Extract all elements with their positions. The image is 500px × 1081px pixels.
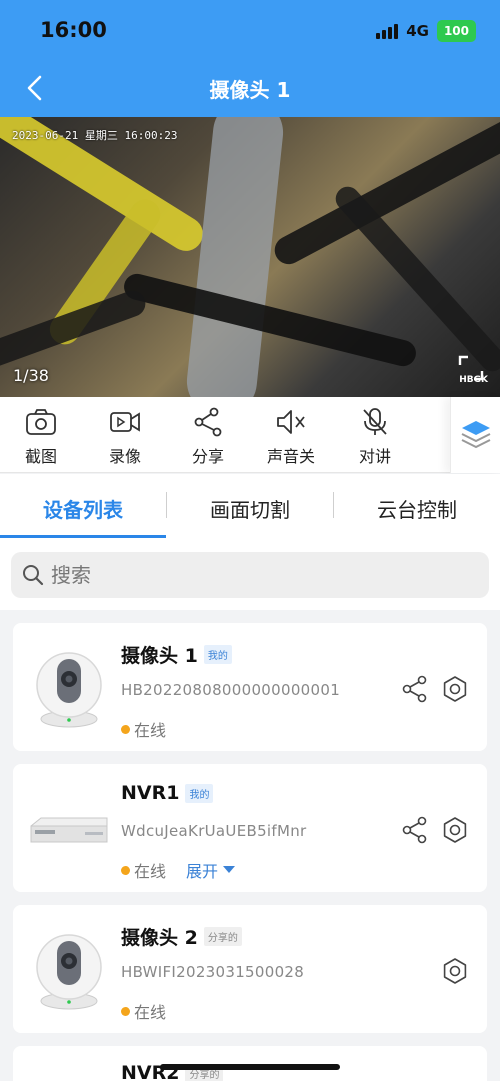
expand-label: 展开 xyxy=(186,862,219,881)
device-card[interactable]: NVR1 我的 WdcuJeaKrUaUEB5ifMnr 在线 展开 xyxy=(13,764,487,892)
more-tools-button[interactable] xyxy=(450,397,500,473)
layers-icon xyxy=(461,421,491,449)
talk-button[interactable]: 对讲 xyxy=(340,407,410,467)
gear-icon[interactable] xyxy=(441,957,469,985)
mute-icon xyxy=(277,410,305,434)
signal-icon xyxy=(376,23,399,39)
gear-icon[interactable] xyxy=(441,816,469,844)
gear-icon[interactable] xyxy=(441,675,469,703)
talk-label: 对讲 xyxy=(358,447,391,466)
device-status: 在线 展开 xyxy=(121,858,236,882)
caret-down-icon xyxy=(223,866,236,873)
device-status: 在线 xyxy=(121,999,166,1023)
nvr-device-icon xyxy=(30,817,108,843)
network-type: 4G xyxy=(406,22,429,40)
screenshot-button[interactable]: 截图 xyxy=(6,407,76,467)
device-name-text: 摄像头 1 xyxy=(121,645,198,667)
share-icon xyxy=(194,407,222,437)
online-dot-icon xyxy=(121,865,130,875)
search-box xyxy=(11,552,489,598)
share-button[interactable]: 分享 xyxy=(173,407,243,467)
device-card[interactable]: 摄像头 1 我的 HB20220808000000000001 在线 xyxy=(13,623,487,751)
search-icon xyxy=(23,565,44,586)
device-name: 摄像头 1 我的 xyxy=(121,641,232,668)
search-input[interactable] xyxy=(51,558,471,592)
share-icon[interactable] xyxy=(401,675,429,703)
device-card[interactable]: 摄像头 2 分享的 HBWIFI2023031500028 在线 xyxy=(13,905,487,1033)
search-area xyxy=(0,538,500,610)
device-name: 摄像头 2 分享的 xyxy=(121,923,242,950)
share-label: 分享 xyxy=(191,447,224,466)
camera-icon xyxy=(26,409,56,435)
watermark: HBGK xyxy=(459,375,488,385)
sound-button[interactable]: 声音关 xyxy=(256,407,326,467)
video-record-icon xyxy=(110,412,140,432)
status-time: 16:00 xyxy=(40,18,107,42)
owner-badge: 我的 xyxy=(185,783,214,803)
tab-ptz-control[interactable]: 云台控制 xyxy=(334,494,500,523)
mic-off-icon xyxy=(363,408,387,435)
device-name-text: 摄像头 2 xyxy=(121,927,198,949)
toolbar: 截图 录像 分享 声音关 对讲 xyxy=(0,397,500,473)
device-name: NVR1 我的 xyxy=(121,782,214,804)
app-header: 16:00 4G 100 摄像头 1 xyxy=(0,0,500,117)
status-text: 在线 xyxy=(134,862,167,881)
channel-counter: 1/38 xyxy=(13,366,49,385)
camera-device-icon xyxy=(36,934,102,1010)
device-serial: WdcuJeaKrUaUEB5ifMnr xyxy=(121,822,307,840)
page-title: 摄像头 1 xyxy=(209,78,291,102)
video-timestamp: 2023-06-21 星期三 16:00:23 xyxy=(12,129,178,142)
home-indicator xyxy=(160,1064,340,1070)
online-dot-icon xyxy=(121,1006,130,1016)
owner-badge: 分享的 xyxy=(203,927,242,946)
expand-button[interactable]: 展开 xyxy=(186,858,236,882)
tab-bar: 设备列表 画面切割 云台控制 xyxy=(0,474,500,538)
screenshot-label: 截图 xyxy=(24,447,57,466)
online-dot-icon xyxy=(121,724,130,734)
status-indicators: 4G 100 xyxy=(376,20,476,42)
camera-device-icon xyxy=(36,652,102,728)
device-serial: HBWIFI2023031500028 xyxy=(121,963,305,981)
tab-split-screen[interactable]: 画面切割 xyxy=(167,494,333,523)
owner-badge: 我的 xyxy=(203,645,232,664)
battery-icon: 100 xyxy=(436,20,476,42)
device-name-text: NVR1 xyxy=(121,782,180,804)
sound-label: 声音关 xyxy=(266,447,315,466)
record-label: 录像 xyxy=(108,447,141,466)
tab-device-list[interactable]: 设备列表 xyxy=(0,494,166,523)
video-player[interactable]: 2023-06-21 星期三 16:00:23 1/38 HBGK xyxy=(0,117,500,397)
device-serial: HB20220808000000000001 xyxy=(121,681,341,699)
share-icon[interactable] xyxy=(401,816,429,844)
status-text: 在线 xyxy=(134,1003,167,1022)
status-text: 在线 xyxy=(134,721,167,740)
record-button[interactable]: 录像 xyxy=(90,407,160,467)
device-status: 在线 xyxy=(121,717,166,741)
